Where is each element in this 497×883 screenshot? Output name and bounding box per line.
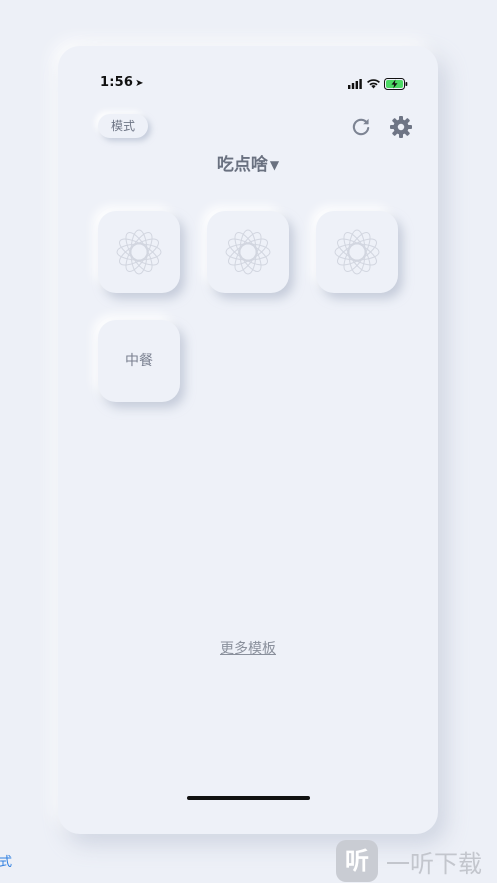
spirograph-flower-icon [116,229,162,275]
more-templates-link[interactable]: 更多模板 [58,638,438,658]
option-tile-2[interactable] [207,211,289,293]
chevron-down-icon: ▼ [269,158,280,172]
option-tile-1[interactable] [98,211,180,293]
option-tile-4[interactable]: 中餐 [98,320,180,402]
home-indicator[interactable] [187,796,310,800]
battery-charging-icon [384,78,408,90]
status-time: 1:56 ➤ [100,75,144,90]
spirograph-flower-icon [225,229,271,275]
mode-button[interactable]: 模式 [98,114,148,138]
gear-icon[interactable] [389,115,413,139]
watermark-logo: 听 [336,840,378,882]
page-title-dropdown[interactable]: 吃点啥 ▼ [58,150,438,175]
watermark-text: 一听下载 [386,850,482,878]
spirograph-flower-icon [334,229,380,275]
page: 1:56 ➤ 模式 吃点啥 ▼ 中餐 更多模板 式 听 一听下载 [0,0,497,883]
status-time-text: 1:56 [100,75,134,90]
watermark: 听 一听下载 [336,840,497,882]
wifi-icon [367,79,380,89]
cellular-signal-icon [348,79,362,89]
location-arrow-icon: ➤ [135,78,144,89]
option-tile-3[interactable] [316,211,398,293]
option-tile-label: 中餐 [125,353,153,369]
refresh-icon[interactable] [350,116,372,138]
edge-text: 式 [0,855,13,870]
page-title: 吃点啥 [216,155,268,175]
status-bar: 1:56 ➤ [58,72,438,96]
phone-screen: 1:56 ➤ 模式 吃点啥 ▼ 中餐 更多模板 [58,46,438,834]
